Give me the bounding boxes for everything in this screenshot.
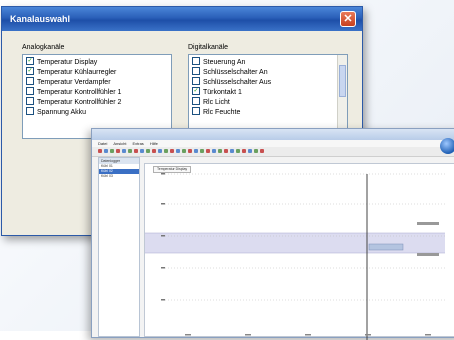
temperature-chart bbox=[145, 173, 445, 340]
toolbar bbox=[92, 147, 454, 157]
toolbar-button-icon[interactable] bbox=[140, 149, 144, 153]
toolbar-button-icon[interactable] bbox=[116, 149, 120, 153]
analog-channel-label: Temperatur Verdampfer bbox=[37, 79, 111, 86]
unchecked-checkbox-icon[interactable] bbox=[192, 97, 200, 106]
dialog-title-bar: Kanalauswahl bbox=[2, 7, 362, 31]
digital-channel-label: Steuerung An bbox=[203, 59, 246, 66]
toolbar-button-icon[interactable] bbox=[224, 149, 228, 153]
analog-channel-list[interactable]: ✓ Temperatur Display ✓ Temperatur Kühlaurre… bbox=[22, 54, 172, 139]
unchecked-checkbox-icon[interactable] bbox=[26, 77, 34, 86]
analog-channel-item[interactable]: Temperatur Kontrollfühler 2 bbox=[26, 97, 122, 107]
unchecked-checkbox-icon[interactable] bbox=[192, 107, 200, 116]
toolbar-button-icon[interactable] bbox=[242, 149, 246, 153]
analog-channel-label: Spannung Akku bbox=[37, 109, 87, 116]
analog-channel-label: Temperatur Display bbox=[37, 59, 98, 66]
right-label-upper bbox=[417, 222, 439, 225]
close-button[interactable]: ✕ bbox=[340, 11, 356, 27]
analog-channel-item[interactable]: ✓ Temperatur Kühlaurregler bbox=[26, 67, 117, 77]
digital-channel-label: Schlüsselschalter Aus bbox=[203, 79, 272, 86]
menu-item[interactable]: Datei bbox=[98, 141, 107, 146]
chart-tabs[interactable] bbox=[144, 157, 454, 162]
toolbar-button-icon[interactable] bbox=[152, 149, 156, 153]
unchecked-checkbox-icon[interactable] bbox=[26, 97, 34, 106]
toolbar-button-icon[interactable] bbox=[230, 149, 234, 153]
toolbar-button-icon[interactable] bbox=[182, 149, 186, 153]
checked-checkbox-icon[interactable]: ✓ bbox=[26, 67, 34, 76]
digital-channels-label: Digitalkanäle bbox=[188, 44, 229, 51]
app-title-bar bbox=[92, 129, 454, 140]
chart-area: Temperatur Display bbox=[144, 163, 454, 340]
scrollbar-thumb[interactable] bbox=[339, 65, 346, 97]
toolbar-button-icon[interactable] bbox=[122, 149, 126, 153]
sidebar-device-item[interactable]: Kühl 03 bbox=[99, 174, 139, 179]
toolbar-button-icon[interactable] bbox=[128, 149, 132, 153]
toolbar-button-icon[interactable] bbox=[218, 149, 222, 153]
unchecked-checkbox-icon[interactable] bbox=[192, 57, 200, 66]
digital-channel-item[interactable]: Rlc Licht bbox=[192, 97, 230, 107]
menu-item[interactable]: Hilfe bbox=[150, 141, 158, 146]
digital-channel-item[interactable]: Rlc Feuchte bbox=[192, 107, 241, 117]
analog-channel-item[interactable]: Temperatur Kontrollfühler 1 bbox=[26, 87, 122, 97]
toolbar-button-icon[interactable] bbox=[110, 149, 114, 153]
toolbar-button-icon[interactable] bbox=[146, 149, 150, 153]
toolbar-button-icon[interactable] bbox=[236, 149, 240, 153]
digital-channel-label: Türkontakt 1 bbox=[203, 89, 242, 96]
analog-channel-label: Temperatur Kontrollfühler 1 bbox=[37, 89, 122, 96]
logger-app-window: Datei Ansicht Extras Hilfe Datenlogger Kühl… bbox=[91, 128, 454, 340]
toolbar-button-icon[interactable] bbox=[212, 149, 216, 153]
right-label-lower bbox=[417, 253, 439, 256]
analog-channel-label: Temperatur Kontrollfühler 2 bbox=[37, 99, 122, 106]
digital-channel-label: Schlüsselschalter An bbox=[203, 69, 268, 76]
toolbar-button-icon[interactable] bbox=[200, 149, 204, 153]
toolbar-button-icon[interactable] bbox=[98, 149, 102, 153]
list-scrollbar[interactable] bbox=[337, 55, 347, 138]
toolbar-button-icon[interactable] bbox=[260, 149, 264, 153]
unchecked-checkbox-icon[interactable] bbox=[192, 67, 200, 76]
unchecked-checkbox-icon[interactable] bbox=[26, 107, 34, 116]
value-tag bbox=[368, 243, 404, 251]
x-ticks bbox=[185, 334, 431, 336]
analog-channel-label: Temperatur Kühlaurregler bbox=[37, 69, 117, 76]
unchecked-checkbox-icon[interactable] bbox=[26, 87, 34, 96]
digital-channel-item[interactable]: ✓ Türkontakt 1 bbox=[192, 87, 242, 97]
digital-channel-item[interactable]: Steuerung An bbox=[192, 57, 246, 67]
toolbar-button-icon[interactable] bbox=[104, 149, 108, 153]
digital-channel-item[interactable]: Schlüsselschalter Aus bbox=[192, 77, 272, 87]
toolbar-button-icon[interactable] bbox=[164, 149, 168, 153]
toolbar-button-icon[interactable] bbox=[254, 149, 258, 153]
toolbar-button-icon[interactable] bbox=[176, 149, 180, 153]
toolbar-button-icon[interactable] bbox=[170, 149, 174, 153]
toolbar-button-icon[interactable] bbox=[194, 149, 198, 153]
digital-channel-item[interactable]: Schlüsselschalter An bbox=[192, 67, 268, 77]
dialog-title: Kanalauswahl bbox=[10, 14, 71, 24]
analog-channel-item[interactable]: Spannung Akku bbox=[26, 107, 87, 117]
checked-checkbox-icon[interactable]: ✓ bbox=[26, 57, 34, 66]
toolbar-button-icon[interactable] bbox=[248, 149, 252, 153]
device-sidebar: Datenlogger Kühl 01 Kühl 02 Kühl 03 bbox=[98, 157, 140, 337]
analog-channel-item[interactable]: Temperatur Verdampfer bbox=[26, 77, 111, 87]
analog-channel-item[interactable]: ✓ Temperatur Display bbox=[26, 57, 98, 67]
checked-checkbox-icon[interactable]: ✓ bbox=[192, 87, 200, 96]
menu-item[interactable]: Extras bbox=[132, 141, 143, 146]
unchecked-checkbox-icon[interactable] bbox=[192, 77, 200, 86]
digital-channel-label: Rlc Licht bbox=[203, 99, 230, 106]
toolbar-button-icon[interactable] bbox=[134, 149, 138, 153]
digital-channel-label: Rlc Feuchte bbox=[203, 109, 241, 116]
menu-item[interactable]: Ansicht bbox=[113, 141, 126, 146]
digital-channel-list[interactable]: Steuerung An Schlüsselschalter An Schlüsse… bbox=[188, 54, 348, 139]
app-logo-icon bbox=[440, 138, 454, 154]
toolbar-button-icon[interactable] bbox=[206, 149, 210, 153]
toolbar-button-icon[interactable] bbox=[188, 149, 192, 153]
menu-bar: Datei Ansicht Extras Hilfe bbox=[92, 140, 454, 147]
toolbar-button-icon[interactable] bbox=[158, 149, 162, 153]
analog-channels-label: Analogkanäle bbox=[22, 44, 65, 51]
